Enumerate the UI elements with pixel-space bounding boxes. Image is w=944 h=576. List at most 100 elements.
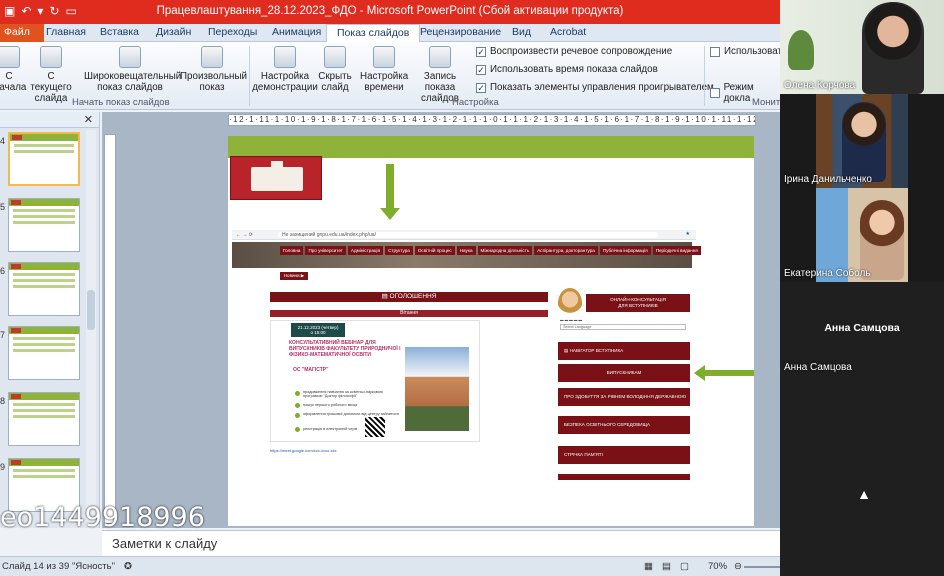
plant-background <box>788 30 814 70</box>
browser-address-bar: ← → ⟳ Не захищений gnpu.edu.ua/index.php… <box>232 230 696 240</box>
bullet-icon <box>295 413 300 418</box>
participant-video <box>862 2 924 94</box>
site-nav-item: Періодичні видання <box>652 246 701 255</box>
language-select: Select Language <box>560 324 686 330</box>
narration-checkbox[interactable]: ✓ Воспроизвести речевое сопровождение <box>476 46 672 57</box>
stopwatch-icon <box>373 46 395 68</box>
slide-counter: Слайд 14 из 39 <box>2 561 70 572</box>
zoom-out-icon[interactable]: ⊖ <box>734 561 742 572</box>
sorter-view-icon[interactable]: ▤ <box>662 561 671 572</box>
panel-header: ✕ <box>0 112 99 128</box>
tab-slideshow[interactable]: Показ слайдов <box>326 24 421 43</box>
bullet-icon <box>295 403 300 408</box>
slide-thumbnail[interactable] <box>8 262 80 316</box>
status-bar: Слайд 14 из 39 "Ясность" ✪ ▦ ▤ ▢ 70% ⊖ <box>0 556 780 576</box>
webinar-title: КОНСУЛЬТАТИВНИЙ ВЕБІНАР ДЛЯ ВИПУСКНИКІВ … <box>289 340 401 358</box>
participant-video <box>842 102 886 182</box>
zoom-level[interactable]: 70% <box>708 561 727 572</box>
site-nav-item: Структура <box>385 246 413 255</box>
checkbox-checked-icon: ✓ <box>476 64 486 75</box>
site-nav-item: Головна <box>280 246 304 255</box>
record-show-button[interactable]: Запись показа слайдов <box>408 46 472 104</box>
webinar-point: пошук першого робочого місця <box>303 403 358 407</box>
custom-show-icon <box>201 46 223 68</box>
horizontal-ruler: ·12·1·11·1·10·1·9·1·8·1·7·1·6·1·5·1·4·1·… <box>228 114 756 126</box>
more-options-icon[interactable]: ▲ <box>850 486 878 506</box>
participant-tile[interactable]: Анна Самцова Анна Самцова <box>780 282 944 376</box>
close-icon[interactable]: ✕ <box>84 113 93 126</box>
slide-thumbnail[interactable] <box>8 198 80 252</box>
hide-slide-button[interactable]: Скрыть слайд <box>318 46 352 93</box>
slide-editing-area: ·12·1·11·1·10·1·9·1·8·1·7·1·6·1·5·1·4·1·… <box>102 112 780 528</box>
zoom-slider[interactable] <box>744 566 780 568</box>
notes-placeholder: Заметки к слайду <box>112 536 218 551</box>
tab-view[interactable]: Вид <box>512 26 531 38</box>
slide-thumbnails-panel: ✕ 4 5 6 7 8 9 <box>0 112 100 528</box>
webinar-point: оформлення грошової допомоги від центру … <box>303 412 400 416</box>
thumbnails-scrollbar[interactable] <box>86 130 96 526</box>
tab-design[interactable]: Дизайн <box>156 26 191 38</box>
tab-animation[interactable]: Анимация <box>272 26 321 38</box>
slide-notes[interactable]: Заметки к слайду <box>102 530 780 556</box>
normal-view-icon[interactable]: ▦ <box>644 561 653 572</box>
rehearse-timings-button[interactable]: Настройка времени <box>360 46 408 93</box>
news-button: Новини ▶ <box>280 272 308 280</box>
arrow-left-icon <box>694 365 754 381</box>
tab-transitions[interactable]: Переходы <box>208 26 257 38</box>
webinar-point: реєстрація в електронній черзі <box>303 427 358 431</box>
vertical-ruler <box>104 134 116 524</box>
webinar-link: https://meet.google.com/xxx-xxxx-xxx <box>270 448 337 453</box>
participant-tile[interactable]: Олена Корчова <box>780 0 944 94</box>
participant-placeholder-name: Анна Самцова <box>824 322 900 334</box>
consultation-label: ОНЛАЙН-КОНСУЛЬТАЦІЯ ДЛЯ ВСТУПНИКІВ <box>586 294 690 312</box>
thumb-number: 6 <box>0 266 6 276</box>
slideshow-start-icon <box>0 46 20 68</box>
qr-code <box>365 417 385 437</box>
setup-show-button[interactable]: Настройка демонстрации <box>252 46 318 93</box>
from-beginning-button[interactable]: С начала <box>0 46 26 93</box>
broadcast-button[interactable]: Широковещательный показ слайдов <box>84 46 181 93</box>
reading-view-icon[interactable]: ▢ <box>680 561 689 572</box>
site-nav-item: Наука <box>456 246 476 255</box>
powerpoint-window: ▣ ↶ ▾ ↻ ▭ Працевлаштування_28.12.2023_ФД… <box>0 0 780 576</box>
star-icon: ★ <box>685 231 690 237</box>
tab-insert[interactable]: Вставка <box>100 26 139 38</box>
from-current-button[interactable]: С текущего слайда <box>26 46 76 104</box>
site-navigation: Головна Про університет Адміністрація Ст… <box>280 246 701 255</box>
current-slide[interactable]: ← → ⟳ Не захищений gnpu.edu.ua/index.php… <box>228 136 754 526</box>
use-timings-checkbox[interactable]: ✓ Использовать время показа слайдов <box>476 64 658 75</box>
thumb-number: 8 <box>0 396 6 406</box>
group-separator <box>704 46 705 106</box>
slide-header-bar <box>228 136 754 158</box>
slide-thumbnail[interactable] <box>8 326 80 380</box>
slide-thumbnail[interactable] <box>8 392 80 446</box>
thumb-number: 4 <box>0 136 6 146</box>
tab-review[interactable]: Рецензирование <box>420 26 501 38</box>
language-icon[interactable]: ✪ <box>124 561 132 572</box>
ribbon: С начала С текущего слайда Широковещател… <box>0 42 780 110</box>
show-controls-checkbox[interactable]: ✓ Показать элементы управления проигрыва… <box>476 82 714 93</box>
scrollbar-thumb[interactable] <box>87 290 95 330</box>
university-building-photo <box>405 347 469 431</box>
group-monitors-label: Монит <box>752 97 780 108</box>
tab-file[interactable]: Файл <box>0 24 44 42</box>
browser-nav-icons: ← → ⟳ <box>236 232 253 238</box>
webinar-poster: 21.12.2023 (четвер) о 16:00 КОНСУЛЬТАТИВ… <box>270 320 480 442</box>
use-monitor-dropdown[interactable]: Использоват <box>710 46 780 57</box>
site-banner: Головна Про університет Адміністрація Ст… <box>232 242 701 268</box>
menu-more <box>558 474 690 480</box>
participant-tile[interactable]: Екатерина Соболь <box>780 188 944 282</box>
tab-home[interactable]: Главная <box>46 26 86 38</box>
site-nav-item: Про університет <box>305 246 346 255</box>
custom-show-button[interactable]: Произвольный показ <box>180 46 247 93</box>
slide-thumbnail[interactable] <box>8 132 80 186</box>
hide-slide-icon <box>324 46 346 68</box>
participant-name: Олена Корчова <box>784 80 856 91</box>
webinar-date: 21.12.2023 (четвер) о 16:00 <box>291 323 345 337</box>
language-flags: ▬ ▬ ▬ ▬ ▬ <box>560 318 582 322</box>
participant-tile[interactable]: Ірина Данильченко <box>780 94 944 188</box>
url-field: Не захищений gnpu.edu.ua/index.php/ua/ <box>278 232 658 238</box>
tab-acrobat[interactable]: Acrobat <box>550 26 586 38</box>
girl-avatar <box>558 288 582 318</box>
menu-graduates: ВИПУСКНИКАМ <box>558 364 690 382</box>
